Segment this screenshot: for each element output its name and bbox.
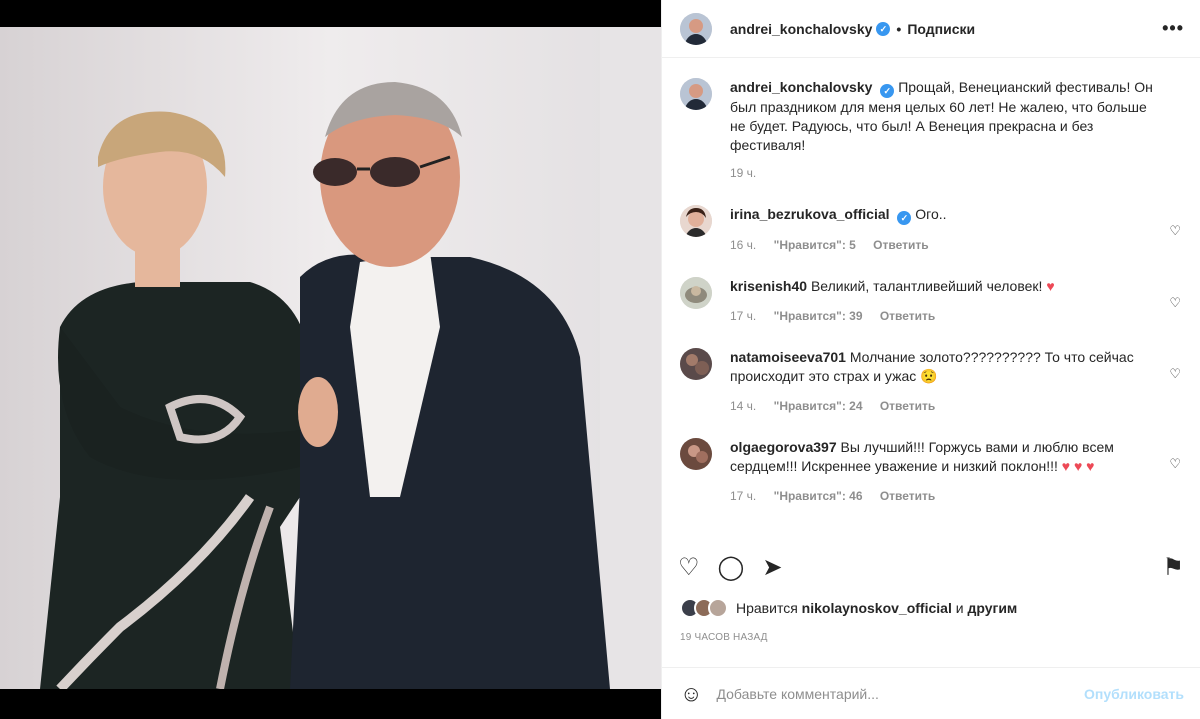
heart-emoji: ♥ [1046, 278, 1055, 294]
comment-meta: 17 ч. "Нравится": 46 Ответить [730, 487, 1157, 506]
emoji-picker-icon[interactable]: ☺ [680, 681, 702, 707]
comment-time[interactable]: 14 ч. [730, 399, 756, 413]
comment-body: krisenish40 Великий, талантливейший чело… [730, 277, 1183, 326]
caption-time[interactable]: 19 ч. [730, 166, 756, 180]
publish-button[interactable]: Опубликовать [1084, 686, 1184, 702]
comment-body: natamoiseeva701 Молчание золото?????????… [730, 348, 1183, 416]
comment-meta: 14 ч. "Нравится": 24 Ответить [730, 397, 1157, 416]
comment-time[interactable]: 17 ч. [730, 489, 756, 503]
separator-dot: • [896, 20, 902, 37]
comment-bubble-icon[interactable]: ◯ [718, 553, 745, 582]
likes-and: и [955, 600, 964, 616]
add-comment-bar: ☺ Добавьте комментарий... Опубликовать [662, 667, 1200, 719]
comment-item: irina_bezrukova_official ✓ Ого.. 16 ч. "… [680, 205, 1183, 255]
comment-username[interactable]: irina_bezrukova_official [730, 206, 890, 222]
comment-meta: 17 ч. "Нравится": 39 Ответить [730, 307, 1157, 326]
verified-icon: ✓ [880, 84, 895, 98]
more-options-icon[interactable]: ••• [1162, 18, 1184, 39]
commenter-avatar[interactable] [680, 348, 712, 380]
reply-button[interactable]: Ответить [873, 238, 928, 252]
post-header: andrei_konchalovsky ✓ • Подписки ••• [662, 0, 1200, 58]
caption: andrei_konchalovsky ✓ Прощай, Венецианск… [680, 78, 1183, 183]
caption-username[interactable]: andrei_konchalovsky [730, 79, 872, 95]
like-heart-icon[interactable]: ♡ [678, 553, 700, 582]
comments-list[interactable]: andrei_konchalovsky ✓ Прощай, Венецианск… [662, 59, 1200, 539]
photo-illustration [0, 27, 661, 689]
comment-body: olgaegorova397 Вы лучший!!! Горжусь вами… [730, 438, 1183, 506]
comment-item: krisenish40 Великий, талантливейший чело… [680, 277, 1183, 326]
reply-button[interactable]: Ответить [880, 399, 935, 413]
likes-text: Нравится nikolaynoskov_official и другим [736, 600, 1017, 616]
verified-icon: ✓ [897, 211, 912, 225]
reply-button[interactable]: Ответить [880, 489, 935, 503]
like-comment-icon[interactable]: ♡ [1169, 295, 1181, 311]
likes-prefix: Нравится [736, 600, 798, 616]
like-comment-icon[interactable]: ♡ [1169, 456, 1181, 472]
reply-button[interactable]: Ответить [880, 309, 935, 323]
comment-item: natamoiseeva701 Молчание золото?????????… [680, 348, 1183, 416]
post-photo[interactable] [0, 27, 661, 689]
comment-input[interactable]: Добавьте комментарий... [716, 686, 878, 702]
comment-text: Великий, талантливейший человек! [810, 278, 1043, 294]
comment-meta: 16 ч. "Нравится": 5 Ответить [730, 236, 1157, 255]
comment-username[interactable]: olgaegorova397 [730, 439, 837, 455]
comment-time[interactable]: 17 ч. [730, 309, 756, 323]
share-send-icon[interactable]: ➤ [762, 553, 782, 582]
likes-others-link[interactable]: другим [967, 600, 1017, 616]
commenter-avatar[interactable] [680, 438, 712, 470]
author-avatar[interactable] [680, 12, 712, 45]
worried-emoji: 😟 [920, 368, 938, 384]
comment-time[interactable]: 16 ч. [730, 238, 756, 252]
comment-text: Ого.. [915, 206, 947, 222]
like-comment-icon[interactable]: ♡ [1169, 366, 1181, 382]
comment-username[interactable]: krisenish40 [730, 278, 807, 294]
following-button[interactable]: Подписки [907, 21, 975, 37]
likes-summary: Нравится nikolaynoskov_official и другим [680, 598, 1017, 618]
commenter-avatar[interactable] [680, 277, 712, 309]
caption-body: andrei_konchalovsky ✓ Прощай, Венецианск… [730, 78, 1183, 183]
caption-meta: 19 ч. [730, 164, 1157, 183]
caption-author-avatar[interactable] [680, 78, 712, 110]
liker-avatar [708, 598, 728, 618]
post-timestamp[interactable]: 19 ЧАСОВ НАЗАД [680, 632, 768, 643]
comment-item: olgaegorova397 Вы лучший!!! Горжусь вами… [680, 438, 1183, 506]
liker-username[interactable]: nikolaynoskov_official [802, 600, 952, 616]
heart-emoji: ♥ ♥ ♥ [1061, 458, 1095, 474]
comment-body: irina_bezrukova_official ✓ Ого.. 16 ч. "… [730, 205, 1183, 255]
save-bookmark-icon[interactable]: ⚑ [1162, 553, 1184, 582]
like-comment-icon[interactable]: ♡ [1169, 223, 1181, 239]
comment-likes[interactable]: "Нравится": 39 [774, 309, 863, 323]
verified-icon: ✓ [876, 21, 891, 36]
author-username[interactable]: andrei_konchalovsky [730, 21, 872, 37]
comment-username[interactable]: natamoiseeva701 [730, 349, 846, 365]
post-side-panel: andrei_konchalovsky ✓ • Подписки ••• and… [661, 0, 1200, 719]
commenter-avatar[interactable] [680, 205, 712, 237]
comment-likes[interactable]: "Нравится": 46 [774, 489, 863, 503]
post-actions: ♡ ◯ ➤ ⚑ [678, 547, 1184, 587]
comment-likes[interactable]: "Нравится": 5 [774, 238, 856, 252]
comment-likes[interactable]: "Нравится": 24 [774, 399, 863, 413]
instagram-post-view: andrei_konchalovsky ✓ • Подписки ••• and… [0, 0, 1200, 719]
photo-viewer [0, 0, 661, 719]
